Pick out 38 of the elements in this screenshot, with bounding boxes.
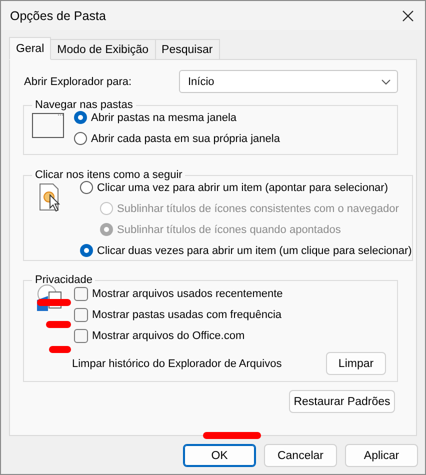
radio-button[interactable] bbox=[74, 111, 87, 124]
field-label: Abrir Explorador para: bbox=[24, 76, 132, 88]
group-title: Clicar nos itens como a seguir bbox=[34, 169, 184, 181]
option-label: Mostrar pastas usadas com frequência bbox=[92, 308, 282, 320]
tab[interactable]: Pesquisar bbox=[154, 39, 220, 59]
option-label: Sublinhar títulos de ícones consistentes com o navegador bbox=[117, 202, 399, 214]
radio-button[interactable] bbox=[74, 132, 87, 145]
scribble-mark bbox=[203, 432, 261, 439]
option-label: Mostrar arquivos do Office.com bbox=[92, 330, 245, 342]
option-label: Mostrar arquivos usados recentemente bbox=[92, 288, 283, 300]
group-title: Navegar nas pastas bbox=[34, 99, 134, 111]
dialog-button[interactable]: Aplicar bbox=[345, 444, 418, 467]
cursor-file-icon bbox=[39, 183, 63, 213]
tab[interactable]: Geral bbox=[9, 37, 52, 60]
scribble-mark bbox=[49, 346, 71, 353]
radio-button[interactable] bbox=[80, 244, 93, 257]
option-label: Clicar uma vez para abrir um item (apontar para selecionar) bbox=[97, 182, 388, 194]
close-icon[interactable] bbox=[402, 10, 414, 22]
restore-defaults-button[interactable]: Restaurar Padrões bbox=[289, 390, 395, 413]
clear-button[interactable]: Limpar bbox=[326, 352, 386, 375]
group-title: Privacidade bbox=[34, 274, 94, 286]
radio-button[interactable] bbox=[80, 181, 93, 194]
checkbox[interactable] bbox=[74, 286, 88, 300]
option-label: Abrir cada pasta em sua própria janela bbox=[91, 132, 280, 144]
window-title: Opções de Pasta bbox=[10, 8, 106, 22]
clear-history-label: Limpar histórico do Explorador de Arquivos bbox=[72, 358, 282, 370]
option-label: Sublinhar títulos de ícones quando apontados bbox=[117, 224, 341, 236]
option-label: Abrir pastas na mesma janela bbox=[91, 112, 237, 124]
scribble-mark bbox=[46, 321, 71, 328]
dialog-button[interactable]: Cancelar bbox=[264, 444, 337, 467]
chevron-icon bbox=[381, 78, 391, 84]
option-label: Clicar duas vezes para abrir um item (um clique para selecionar) bbox=[97, 244, 412, 256]
checkbox[interactable] bbox=[74, 308, 88, 322]
scribble-mark bbox=[37, 299, 71, 306]
dropdown[interactable]: Início bbox=[179, 70, 398, 93]
checkbox[interactable] bbox=[74, 328, 88, 342]
window-icon bbox=[32, 113, 65, 139]
dialog-button[interactable]: OK bbox=[183, 444, 256, 467]
